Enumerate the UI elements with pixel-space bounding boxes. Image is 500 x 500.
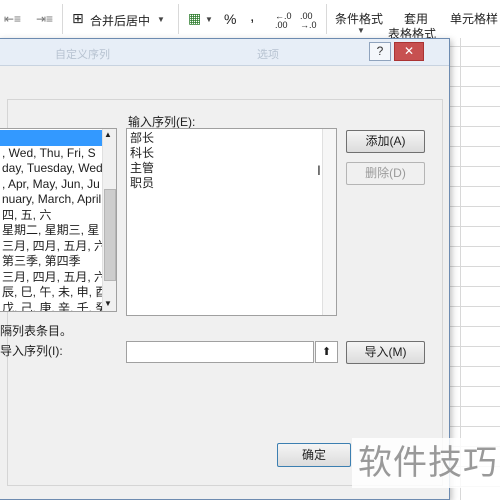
scrollbar-thumb[interactable] [104, 189, 116, 281]
collapse-dialog-icon[interactable]: ⬆ [315, 341, 338, 363]
chevron-down-icon[interactable]: ▼ [357, 26, 365, 35]
custom-list-item[interactable]: 辰, 巳, 午, 未, 申, 酉 [0, 285, 116, 301]
list-entry-line: 部长 [130, 131, 155, 145]
watermark-text: 软件技巧 [352, 438, 500, 488]
scroll-down-icon[interactable]: ▼ [104, 299, 112, 308]
custom-list-item[interactable]: , Wed, Thu, Fri, S [0, 146, 116, 162]
separator-hint: 隔列表条目。 [0, 324, 73, 338]
custom-list-item[interactable]: 戊, 己, 庚, 辛, 壬, 癸 [0, 301, 116, 312]
import-button[interactable]: 导入(M) [346, 341, 425, 364]
percent-style-button[interactable]: % [224, 11, 236, 27]
text-cursor-icon: I [317, 162, 321, 178]
indent-increase-icon[interactable]: ⇥≡ [36, 12, 53, 26]
chevron-down-icon[interactable]: ▼ [157, 15, 165, 24]
chevron-down-icon[interactable]: ▼ [205, 15, 213, 24]
dialog-title-right: 选项 [257, 49, 279, 61]
ribbon-toolbar: ⇤≡ ⇥≡ ⊞ 合并后居中 ▼ ▦ ▼ % , ←.0.00 .00 →.0 条件… [0, 0, 500, 41]
custom-list-item[interactable]: 星期二, 星期三, 星 [0, 223, 116, 239]
custom-list-item[interactable]: 第三季, 第四季 [0, 254, 116, 270]
lists-scrollbar[interactable]: ▲ ▼ [102, 129, 116, 311]
close-button[interactable]: ✕ [394, 42, 424, 61]
indent-decrease-icon[interactable]: ⇤≡ [4, 12, 21, 26]
custom-list-item[interactable]: , Apr, May, Jun, Ju [0, 177, 116, 193]
merge-center-button[interactable]: 合并后居中 [90, 12, 150, 29]
custom-list-item[interactable] [0, 130, 116, 146]
import-range-input[interactable] [126, 341, 314, 363]
conditional-format-button[interactable]: 条件格式 [335, 10, 383, 27]
custom-lists-listbox[interactable]: , Wed, Thu, Fri, Sday, Tuesday, Wed, Apr… [0, 128, 117, 312]
dialog-title-left: 自定义序列 [55, 49, 110, 61]
delete-button[interactable]: 删除(D) [346, 162, 425, 185]
help-button[interactable]: ? [369, 42, 391, 61]
custom-list-item[interactable]: 四, 五, 六 [0, 208, 116, 224]
list-entry-line: 科长 [130, 146, 155, 160]
import-sequence-label: 导入序列(I): [0, 344, 63, 358]
list-entry-line: 职员 [130, 176, 155, 190]
list-entries-textarea[interactable]: 部长 科长 主管 职员 [126, 128, 337, 316]
add-button[interactable]: 添加(A) [346, 130, 425, 153]
custom-list-item[interactable]: nuary, March, April [0, 192, 116, 208]
list-entry-line: 主管 [130, 161, 155, 175]
custom-list-item[interactable]: day, Tuesday, Wed [0, 161, 116, 177]
custom-list-item[interactable]: 三月, 四月, 五月, 六月 [0, 270, 116, 286]
dialog-titlebar[interactable]: 自定义序列 选项 ? ✕ [0, 39, 449, 66]
number-format-icon[interactable]: ▦ [188, 10, 201, 27]
merge-center-icon[interactable]: ⊞ [72, 10, 84, 27]
entries-scrollbar[interactable] [322, 129, 336, 315]
custom-list-item[interactable]: 三月, 四月, 五月, 六月, [0, 239, 116, 255]
decrease-decimal-icon[interactable]: .00 →.0 [300, 12, 317, 30]
custom-lists-dialog: 自定义序列 选项 ? ✕ , Wed, Thu, Fri, Sday, Tues… [0, 38, 450, 500]
cell-styles-button[interactable]: 单元格样 [450, 10, 498, 27]
scroll-up-icon[interactable]: ▲ [104, 130, 112, 139]
increase-decimal-icon[interactable]: ←.0.00 [275, 12, 292, 30]
comma-style-button[interactable]: , [250, 8, 254, 26]
ok-button[interactable]: 确定 [277, 443, 351, 467]
